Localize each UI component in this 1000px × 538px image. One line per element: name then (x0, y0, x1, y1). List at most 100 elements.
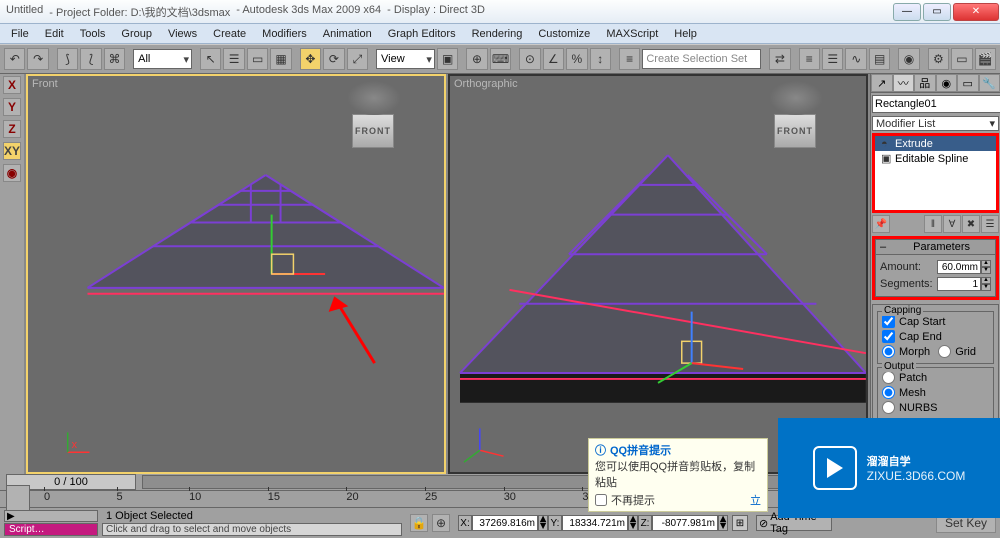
object-name-input[interactable] (872, 95, 1000, 113)
schematic-view-button[interactable]: ▤ (869, 48, 890, 70)
mesh-radio[interactable] (882, 386, 895, 399)
rendered-frame-button[interactable]: ▭ (951, 48, 972, 70)
morph-radio[interactable] (882, 345, 895, 358)
link-button[interactable]: ⟆ (57, 48, 78, 70)
menu-animation[interactable]: Animation (316, 26, 379, 42)
menu-edit[interactable]: Edit (38, 26, 71, 42)
show-end-result-button[interactable]: ‖ (924, 215, 942, 233)
select-by-name-button[interactable]: ☰ (223, 48, 244, 70)
amount-spinner[interactable]: ▲▼ (937, 260, 991, 274)
motion-tab[interactable]: ◉ (936, 74, 958, 92)
keyboard-shortcut-button[interactable]: ⌨ (490, 48, 511, 70)
window-crossing-button[interactable]: ▦ (270, 48, 291, 70)
maximize-button[interactable]: ▭ (923, 3, 951, 21)
modify-tab[interactable]: 〰 (893, 74, 915, 92)
lock-axis-button[interactable]: ◉ (3, 164, 21, 182)
viewport-front[interactable]: Front FRONT x (26, 74, 446, 474)
snap-toggle-button[interactable]: ⊙ (519, 48, 540, 70)
close-button[interactable]: ✕ (953, 3, 999, 21)
menu-create[interactable]: Create (206, 26, 253, 42)
menu-file[interactable]: File (4, 26, 36, 42)
make-unique-button[interactable]: ∀ (943, 215, 961, 233)
scale-button[interactable]: ⤢ (347, 48, 368, 70)
menu-maxscript[interactable]: MAXScript (599, 26, 665, 42)
qq-ime-popup: QQ拼音提示 您可以使用QQ拼音剪贴板，复制粘贴 不再提示 立 (588, 438, 768, 512)
refcoord-dropdown[interactable]: View (376, 49, 435, 69)
segments-label: Segments: (880, 278, 933, 290)
rollout-parameters-header[interactable]: – Parameters (875, 239, 996, 255)
grid-radio[interactable] (938, 345, 951, 358)
selection-filter-dropdown[interactable]: All (133, 49, 192, 69)
display-tab[interactable]: ▭ (957, 74, 979, 92)
dont-show-checkbox[interactable] (595, 494, 607, 506)
patch-radio[interactable] (882, 371, 895, 384)
render-button[interactable]: 🎬 (975, 48, 996, 70)
trackbar-toggle[interactable] (6, 485, 30, 511)
align-button[interactable]: ≡ (799, 48, 820, 70)
segments-spinner[interactable]: ▲▼ (937, 277, 991, 291)
menu-modifiers[interactable]: Modifiers (255, 26, 314, 42)
abs-rel-toggle[interactable]: ⊕ (432, 514, 450, 532)
spinner-snap-button[interactable]: ↕ (590, 48, 611, 70)
watermark-overlay: 溜溜自学 ZIXUE.3D66.COM (778, 418, 1000, 518)
watermark-url: ZIXUE.3D66.COM (867, 469, 966, 483)
utilities-tab[interactable]: 🔧 (979, 74, 1000, 92)
rect-select-button[interactable]: ▭ (247, 48, 268, 70)
move-button[interactable]: ✥ (300, 48, 321, 70)
remove-modifier-button[interactable]: ✖ (962, 215, 980, 233)
x-spin[interactable]: ▲▼ (538, 515, 548, 531)
redo-button[interactable]: ↷ (27, 48, 48, 70)
undo-button[interactable]: ↶ (4, 48, 25, 70)
curve-editor-button[interactable]: ∿ (845, 48, 866, 70)
viewport-ortho[interactable]: Orthographic FRONT (448, 74, 868, 474)
z-axis-button[interactable]: Z (3, 120, 21, 138)
menu-tools[interactable]: Tools (73, 26, 113, 42)
configure-sets-button[interactable]: ☰ (981, 215, 999, 233)
modifier-editable-spline[interactable]: ▣ Editable Spline (875, 151, 996, 166)
cap-start-checkbox[interactable] (882, 315, 895, 328)
x-axis-button[interactable]: X (3, 76, 21, 94)
layers-button[interactable]: ☰ (822, 48, 843, 70)
minimize-button[interactable]: — (893, 3, 921, 21)
menu-rendering[interactable]: Rendering (465, 26, 530, 42)
bind-button[interactable]: ⌘ (104, 48, 125, 70)
menu-views[interactable]: Views (161, 26, 204, 42)
y-spin[interactable]: ▲▼ (628, 515, 638, 531)
z-value[interactable]: -8077.981m (652, 515, 718, 531)
cap-end-checkbox[interactable] (882, 330, 895, 343)
pivot-button[interactable]: ▣ (437, 48, 458, 70)
z-spin[interactable]: ▲▼ (718, 515, 728, 531)
x-value[interactable]: 37269.816m (472, 515, 538, 531)
hierarchy-tab[interactable]: 品 (914, 74, 936, 92)
pin-stack-button[interactable]: 📌 (872, 215, 890, 233)
script-button[interactable]: Script… (4, 523, 98, 536)
select-button[interactable]: ↖ (200, 48, 221, 70)
maxscript-mini[interactable]: ▶ (4, 510, 98, 522)
xy-axis-button[interactable]: XY (3, 142, 21, 160)
mirror-button[interactable]: ⇄ (769, 48, 790, 70)
select-manipulate-button[interactable]: ⊕ (466, 48, 487, 70)
create-tab[interactable]: ↗ (871, 74, 893, 92)
material-editor-button[interactable]: ◉ (898, 48, 919, 70)
lock-selection-button[interactable]: 🔒 (410, 514, 428, 532)
unlink-button[interactable]: ⟅ (80, 48, 101, 70)
viewport-ortho-label: Orthographic (454, 78, 518, 90)
modifier-list-dropdown[interactable]: Modifier List (872, 116, 999, 131)
angle-snap-button[interactable]: ∠ (543, 48, 564, 70)
y-axis-button[interactable]: Y (3, 98, 21, 116)
named-selset-input[interactable]: Create Selection Set (642, 49, 761, 69)
popup-go-link[interactable]: 立 (750, 492, 761, 508)
menu-group[interactable]: Group (114, 26, 159, 42)
percent-snap-button[interactable]: % (566, 48, 587, 70)
menu-customize[interactable]: Customize (531, 26, 597, 42)
grid-icon[interactable]: ⊞ (732, 515, 748, 531)
rotate-button[interactable]: ⟳ (323, 48, 344, 70)
menu-graph-editors[interactable]: Graph Editors (381, 26, 463, 42)
nurbs-radio[interactable] (882, 401, 895, 414)
modifier-extrude[interactable]: ◓ Extrude (875, 136, 996, 151)
y-value[interactable]: 18334.721m (562, 515, 628, 531)
named-selset-icon[interactable]: ≡ (619, 48, 640, 70)
render-setup-button[interactable]: ⚙ (928, 48, 949, 70)
modifier-stack[interactable]: ◓ Extrude ▣ Editable Spline (872, 133, 999, 213)
menu-help[interactable]: Help (667, 26, 704, 42)
